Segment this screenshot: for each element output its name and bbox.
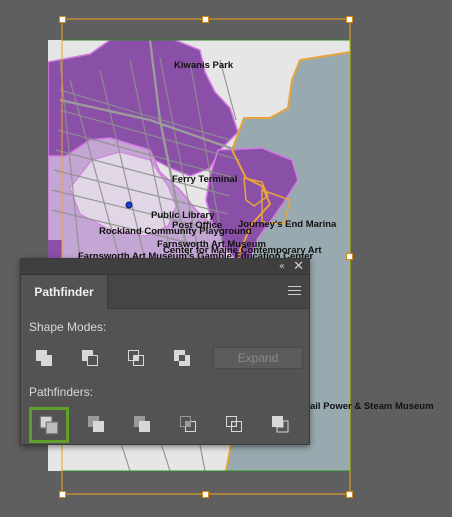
handle-top-left[interactable] [59,16,66,23]
tab-pathfinder[interactable]: Pathfinder [21,275,108,309]
panel-titlebar[interactable]: « ✕ [21,259,309,275]
pathfinder-panel: « ✕ Pathfinder Shape Modes: Expand Pathf… [20,258,310,445]
handle-top-middle[interactable] [202,16,209,23]
panel-menu-icon[interactable] [288,286,301,297]
crop-button[interactable] [175,411,201,437]
trim-button[interactable] [83,411,109,437]
expand-button[interactable]: Expand [213,347,303,369]
exclude-button[interactable] [169,345,195,371]
map-point [125,201,133,209]
outline-icon [226,416,242,432]
shape-modes-label: Shape Modes: [29,320,107,334]
handle-top-right[interactable] [346,16,353,23]
handle-bottom-left[interactable] [59,491,66,498]
map-label-playground: Rockland Community Playground [99,226,252,237]
map-label-kiwanis: Kiwanis Park [174,60,234,71]
panel-tab-row: Pathfinder [21,275,309,309]
trim-icon [88,416,104,432]
divide-icon [39,415,59,435]
collapse-icon[interactable]: « [279,261,285,273]
crop-icon [180,416,196,432]
handle-middle-right[interactable] [346,253,353,260]
merge-icon [134,416,150,432]
handle-bottom-middle[interactable] [202,491,209,498]
minus-front-button[interactable] [77,345,103,371]
intersect-button[interactable] [123,345,149,371]
intersect-icon [128,350,144,366]
merge-button[interactable] [129,411,155,437]
handle-bottom-right[interactable] [346,491,353,498]
minus-back-icon [272,416,289,433]
exclude-icon [174,350,190,366]
outline-button[interactable] [221,411,247,437]
map-label-marina: Journey's End Marina [238,219,337,230]
close-icon[interactable]: ✕ [293,259,304,275]
pathfinders-label: Pathfinders: [29,385,94,399]
map-label-rail: ail Power & Steam Museum [310,401,434,412]
map-label-ferry: Ferry Terminal [172,174,238,185]
unite-icon [36,350,52,366]
divide-button[interactable] [29,407,69,443]
minus-front-icon [82,350,98,366]
unite-button[interactable] [31,345,57,371]
minus-back-button[interactable] [267,411,293,437]
